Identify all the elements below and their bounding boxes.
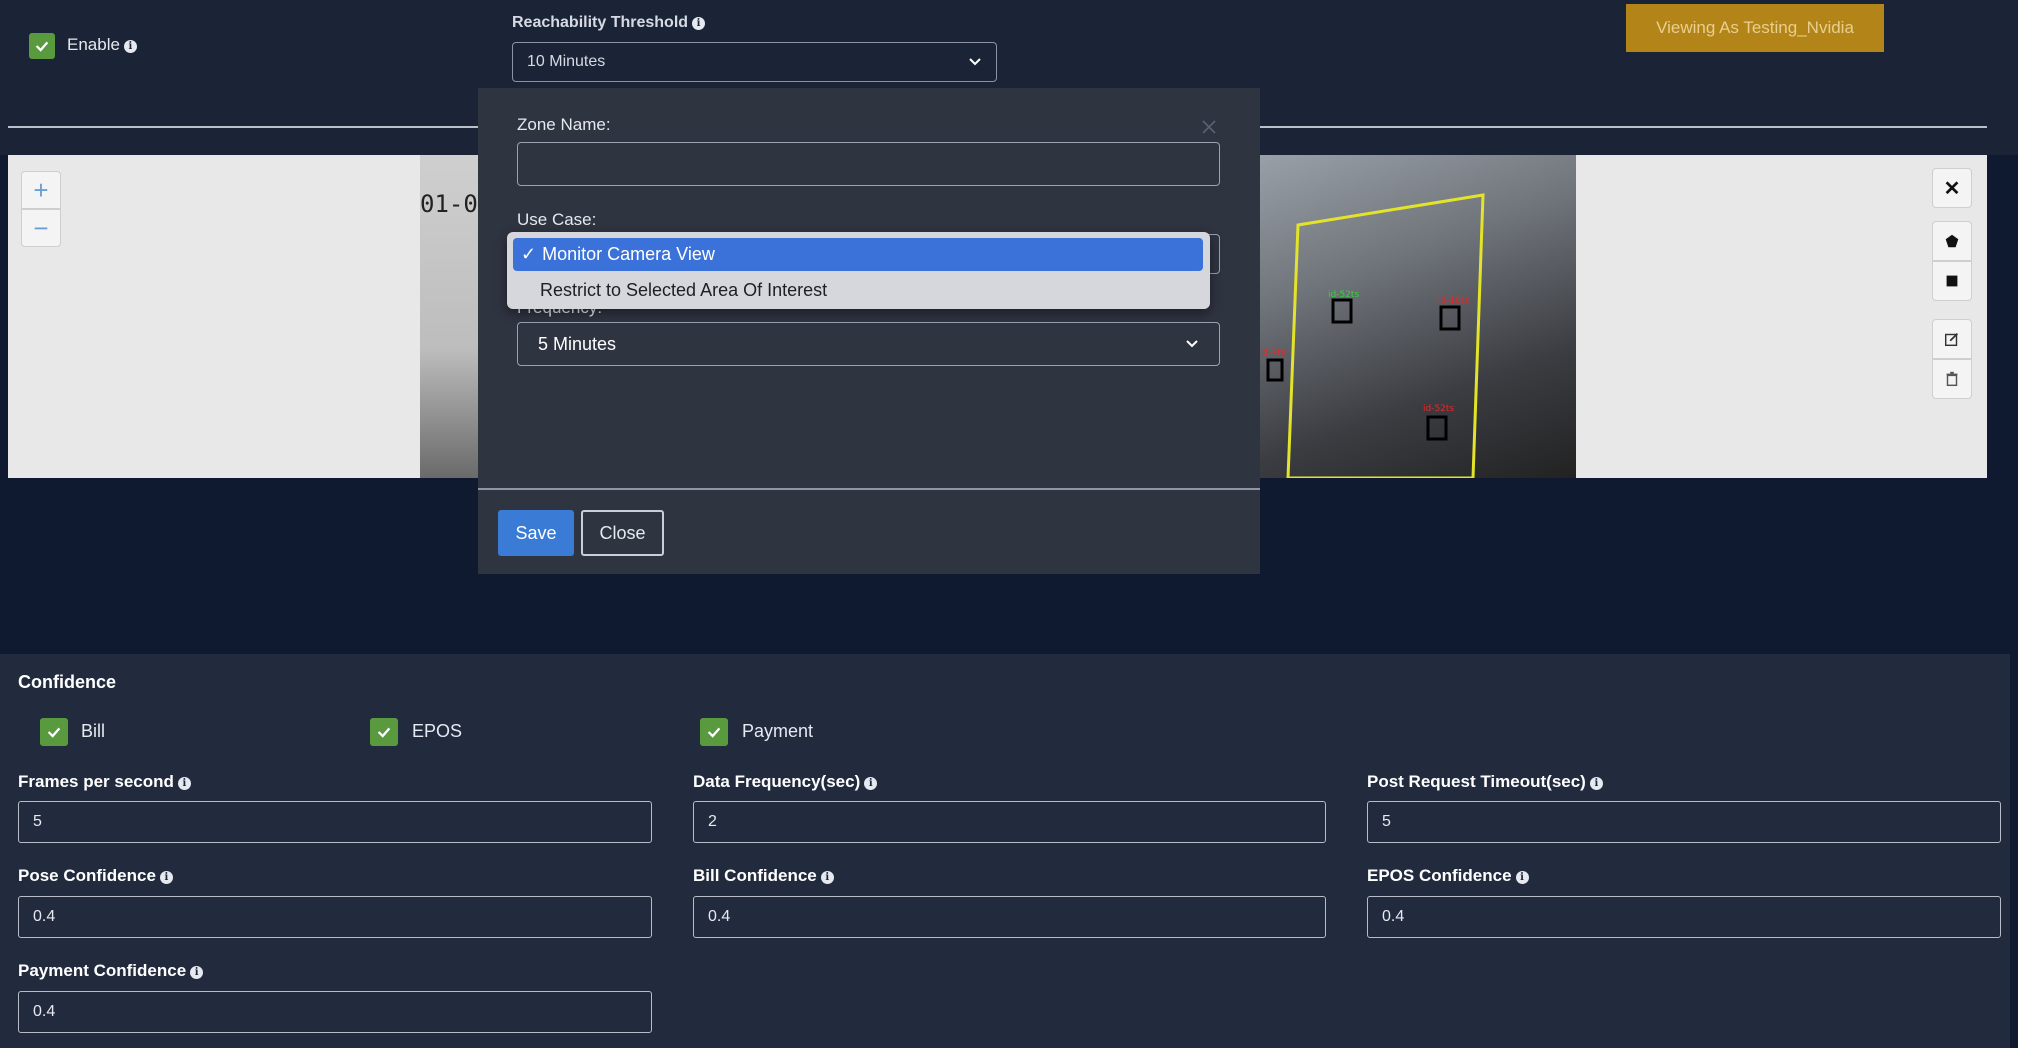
fps-label: Frames per second i xyxy=(18,772,191,792)
pose-confidence-label: Pose Confidence i xyxy=(18,866,173,886)
data-frequency-input[interactable]: 2 xyxy=(693,801,1326,843)
frequency-select[interactable]: 5 Minutes xyxy=(517,322,1220,366)
epos-checkbox-label: EPOS xyxy=(412,721,463,741)
enable-label: Enable i xyxy=(67,35,137,55)
close-button[interactable]: Close xyxy=(581,510,664,556)
svg-text:id-52ts: id-52ts xyxy=(1328,290,1359,300)
info-icon: i xyxy=(177,777,191,790)
zoom-out-button[interactable]: − xyxy=(21,209,61,247)
chevron-down-icon xyxy=(969,58,981,66)
info-icon: i xyxy=(123,40,137,53)
payment-checkbox-label: Payment xyxy=(742,721,814,741)
fps-input[interactable]: 5 xyxy=(18,801,652,843)
bill-confidence-label: Bill Confidence i xyxy=(693,866,834,886)
reachability-label: Reachability Threshold i xyxy=(512,14,706,32)
info-icon: i xyxy=(820,871,834,884)
close-drawing-button[interactable]: ✕ xyxy=(1932,168,1972,208)
zone-name-label: Zone Name: xyxy=(517,115,611,134)
epos-confidence-label: EPOS Confidence i xyxy=(1367,866,1529,886)
edit-icon xyxy=(1944,332,1959,347)
close-icon xyxy=(1202,120,1216,134)
enable-checkbox[interactable] xyxy=(29,33,55,59)
modal-footer-divider xyxy=(478,488,1260,490)
camera-timestamp: 01-0 xyxy=(420,190,478,218)
confidence-title: Confidence xyxy=(18,672,117,692)
delete-tool-button[interactable] xyxy=(1932,359,1972,399)
payment-confidence-label: Payment Confidence i xyxy=(18,961,204,981)
check-icon xyxy=(377,727,391,738)
use-case-label: Use Case: xyxy=(517,210,597,229)
info-icon: i xyxy=(159,871,173,884)
settings-panel xyxy=(0,654,2010,1048)
epos-checkbox[interactable] xyxy=(370,718,398,746)
use-case-option-restrict[interactable]: Restrict to Selected Area Of Interest xyxy=(540,275,827,305)
data-frequency-label: Data Frequency(sec) i xyxy=(693,772,878,792)
square-icon xyxy=(1946,275,1958,287)
save-button[interactable]: Save xyxy=(498,510,574,556)
pose-confidence-input[interactable]: 0.4 xyxy=(18,896,652,938)
bill-confidence-input[interactable]: 0.4 xyxy=(693,896,1326,938)
info-icon: i xyxy=(1589,777,1603,790)
reachability-select[interactable]: 10 Minutes xyxy=(512,42,997,82)
use-case-option-monitor[interactable]: ✓ Monitor Camera View xyxy=(513,238,1203,271)
payment-checkbox[interactable] xyxy=(700,718,728,746)
chevron-down-icon xyxy=(1186,340,1198,348)
svg-text:id-7ts: id-7ts xyxy=(1260,348,1286,358)
check-icon xyxy=(707,727,721,738)
detection-overlay: id-52ts id-18ts id-52ts id-7ts xyxy=(1260,193,1485,478)
post-timeout-input[interactable]: 5 xyxy=(1367,801,2001,843)
bill-checkbox-label: Bill xyxy=(81,721,106,741)
check-icon xyxy=(35,41,49,52)
trash-icon xyxy=(1946,371,1958,387)
check-icon xyxy=(47,727,61,738)
info-icon: i xyxy=(1515,871,1529,884)
info-icon: i xyxy=(864,777,878,790)
payment-confidence-input[interactable]: 0.4 xyxy=(18,991,652,1033)
modal-close-icon[interactable] xyxy=(1200,118,1218,136)
info-icon: i xyxy=(692,17,706,30)
svg-text:id-52ts: id-52ts xyxy=(1423,404,1454,414)
post-timeout-label: Post Request Timeout(sec) i xyxy=(1367,772,1603,792)
viewing-as-badge: Viewing As Testing_Nvidia xyxy=(1626,4,1884,52)
info-icon: i xyxy=(190,966,204,979)
polygon-tool-button[interactable] xyxy=(1932,221,1972,261)
edit-tool-button[interactable] xyxy=(1932,319,1972,359)
svg-text:id-18ts: id-18ts xyxy=(1438,296,1469,306)
bill-checkbox[interactable] xyxy=(40,718,68,746)
zoom-in-button[interactable]: + xyxy=(21,171,61,209)
polygon-icon xyxy=(1945,234,1959,248)
epos-confidence-input[interactable]: 0.4 xyxy=(1367,896,2001,938)
zone-name-input[interactable] xyxy=(517,142,1220,186)
checkmark-icon: ✓ xyxy=(521,244,537,264)
camera-feed-right: id-52ts id-18ts id-52ts id-7ts xyxy=(1258,155,1576,478)
rectangle-tool-button[interactable] xyxy=(1932,261,1972,301)
